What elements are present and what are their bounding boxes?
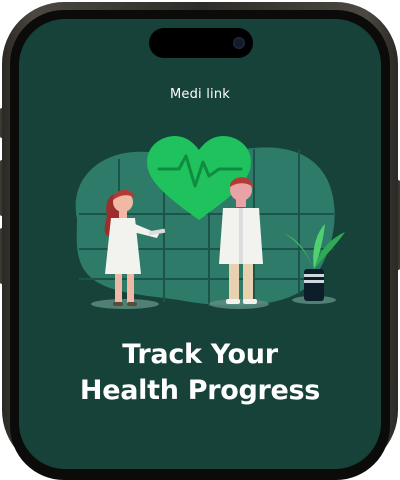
phone-mockup: Medi link Track Your Health Progress xyxy=(0,0,400,480)
camera-lens-icon xyxy=(233,37,245,49)
doctors-illustration xyxy=(75,136,345,309)
shadow-left xyxy=(91,299,159,309)
headline-line-1: Track Your xyxy=(122,339,278,370)
app-title: Medi link xyxy=(169,87,230,102)
dynamic-island xyxy=(149,28,253,58)
headline-line-2: Health Progress xyxy=(79,375,321,406)
app-screen: Medi link Track Your Health Progress xyxy=(19,19,381,469)
onboarding-headline: Track Your Health Progress xyxy=(19,337,381,409)
